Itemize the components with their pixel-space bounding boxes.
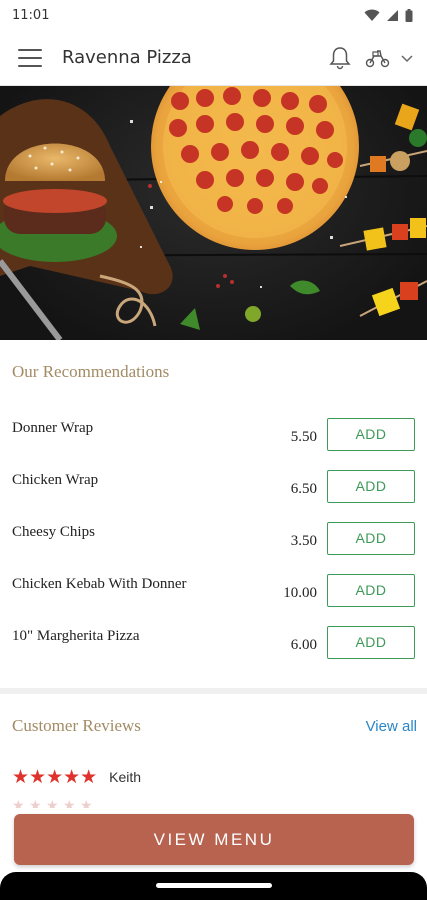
home-gesture-handle[interactable]: [156, 883, 272, 888]
item-name: 10" Margherita Pizza: [12, 627, 140, 644]
wifi-icon: [364, 9, 380, 21]
status-icons: [364, 8, 413, 22]
recommendations-section: Our Recommendations Donner Wrap 5.50 ADD…: [0, 340, 427, 678]
item-name: Chicken Wrap: [12, 471, 99, 488]
list-item: Donner Wrap 5.50 ADD: [12, 408, 415, 460]
add-button[interactable]: ADD: [327, 521, 415, 555]
status-time: 11:01: [12, 7, 50, 23]
reviews-title: Customer Reviews: [12, 716, 141, 735]
add-button[interactable]: ADD: [327, 573, 415, 607]
system-nav-bar: [0, 872, 427, 900]
hamburger-menu-icon[interactable]: [18, 48, 42, 67]
recommendations-title: Our Recommendations: [12, 362, 170, 381]
hero-banner-image: [0, 86, 427, 340]
item-price: 10.00: [283, 584, 317, 601]
item-price: 5.50: [290, 428, 317, 445]
chevron-down-icon: [401, 54, 413, 62]
recommendations-list: Donner Wrap 5.50 ADD Chicken Wrap 6.50 A…: [12, 408, 415, 668]
app-bar: Ravenna Pizza: [0, 30, 427, 86]
status-bar: 11:01: [0, 0, 427, 30]
list-item: Chicken Kebab With Donner 10.00 ADD: [12, 564, 415, 616]
customer-reviews-section: Customer Reviews View all ★★★★★ Keith ★ …: [0, 694, 427, 808]
add-button[interactable]: ADD: [327, 417, 415, 451]
reviews-header: Customer Reviews View all: [12, 716, 417, 736]
view-all-link[interactable]: View all: [366, 718, 417, 735]
add-button[interactable]: ADD: [327, 625, 415, 659]
list-item: Cheesy Chips 3.50 ADD: [12, 512, 415, 564]
item-name: Cheesy Chips: [12, 523, 95, 540]
item-name: Chicken Kebab With Donner: [12, 575, 187, 592]
add-button[interactable]: ADD: [327, 469, 415, 503]
list-item: 10" Margherita Pizza 6.00 ADD: [12, 616, 415, 668]
item-price: 6.50: [290, 480, 317, 497]
app-title: Ravenna Pizza: [62, 47, 192, 68]
list-item: Chicken Wrap 6.50 ADD: [12, 460, 415, 512]
item-name: Donner Wrap: [12, 419, 94, 436]
item-price: 6.00: [290, 636, 317, 653]
star-rating: ★★★★★: [12, 766, 98, 788]
next-review-stars: ★ ★ ★ ★ ★: [12, 798, 93, 808]
app-actions: [329, 46, 415, 70]
scooter-icon: [365, 49, 390, 67]
signal-icon: [387, 9, 398, 21]
reviewer-name: Keith: [109, 769, 142, 785]
review-item: ★★★★★ Keith: [12, 766, 417, 788]
delivery-mode-selector[interactable]: [365, 48, 415, 68]
bell-icon[interactable]: [329, 46, 351, 70]
battery-icon: [405, 8, 413, 22]
item-price: 3.50: [290, 532, 317, 549]
view-menu-button[interactable]: VIEW MENU: [14, 814, 414, 865]
